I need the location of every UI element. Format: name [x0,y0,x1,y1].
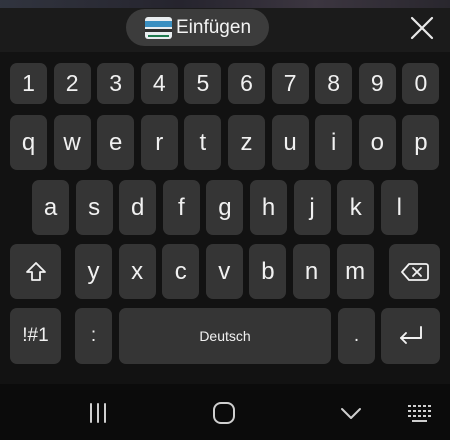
key-q[interactable]: q [10,115,47,170]
key-f[interactable]: f [162,180,200,235]
key-8[interactable]: 8 [315,63,353,104]
key-c[interactable]: c [162,244,200,299]
key-i[interactable]: i [315,115,353,170]
key-r[interactable]: r [140,115,178,170]
key-g[interactable]: g [206,180,244,235]
key-t[interactable]: t [184,115,222,170]
key-d[interactable]: d [119,180,157,235]
key-w[interactable]: w [53,115,91,170]
key-3[interactable]: 3 [97,63,135,104]
key-6[interactable]: 6 [228,63,265,104]
key-h[interactable]: h [250,180,287,235]
clipboard-thumbnail-icon [145,16,172,39]
key-7[interactable]: 7 [271,63,309,104]
key-9[interactable]: 9 [358,63,396,104]
key-p[interactable]: p [402,115,440,170]
wallpaper-strip [0,0,450,8]
shift-key[interactable] [10,244,61,299]
space-key[interactable]: Deutsch [119,308,331,364]
colon-key[interactable]: : [75,308,112,364]
key-k[interactable]: k [337,180,375,235]
recent-apps-icon[interactable] [83,398,113,428]
key-o[interactable]: o [358,115,396,170]
key-2[interactable]: 2 [53,63,91,104]
key-5[interactable]: 5 [184,63,222,104]
key-m[interactable]: m [336,244,374,299]
keyboard-toolbar: Einfügen [0,0,450,52]
paste-label: Einfügen [176,16,252,38]
paste-suggestion-button[interactable]: Einfügen [126,9,269,46]
key-4[interactable]: 4 [140,63,178,104]
key-y[interactable]: y [75,244,112,299]
enter-icon [399,326,422,344]
enter-key[interactable] [381,308,440,364]
key-s[interactable]: s [75,180,113,235]
key-v[interactable]: v [205,244,243,299]
key-0[interactable]: 0 [402,63,440,104]
close-icon[interactable] [408,14,436,42]
keyboard: 1234567890 qwertzuiop asdfghjkl yxcvbnm … [0,52,450,440]
key-e[interactable]: e [97,115,135,170]
period-key[interactable]: . [338,308,375,364]
symbols-key[interactable]: !#1 [10,308,61,364]
backspace-key[interactable] [389,244,440,299]
key-b[interactable]: b [249,244,287,299]
shift-icon [25,261,46,281]
key-u[interactable]: u [271,115,309,170]
key-1[interactable]: 1 [10,63,47,104]
chevron-down-icon[interactable] [336,398,366,428]
key-x[interactable]: x [118,244,156,299]
keyboard-icon[interactable] [405,398,435,428]
key-n[interactable]: n [293,244,330,299]
key-z[interactable]: z [228,115,265,170]
key-a[interactable]: a [32,180,69,235]
key-l[interactable]: l [380,180,418,235]
navigation-bar [0,384,450,440]
backspace-icon [400,262,429,281]
home-icon[interactable] [209,398,239,428]
key-j[interactable]: j [293,180,331,235]
